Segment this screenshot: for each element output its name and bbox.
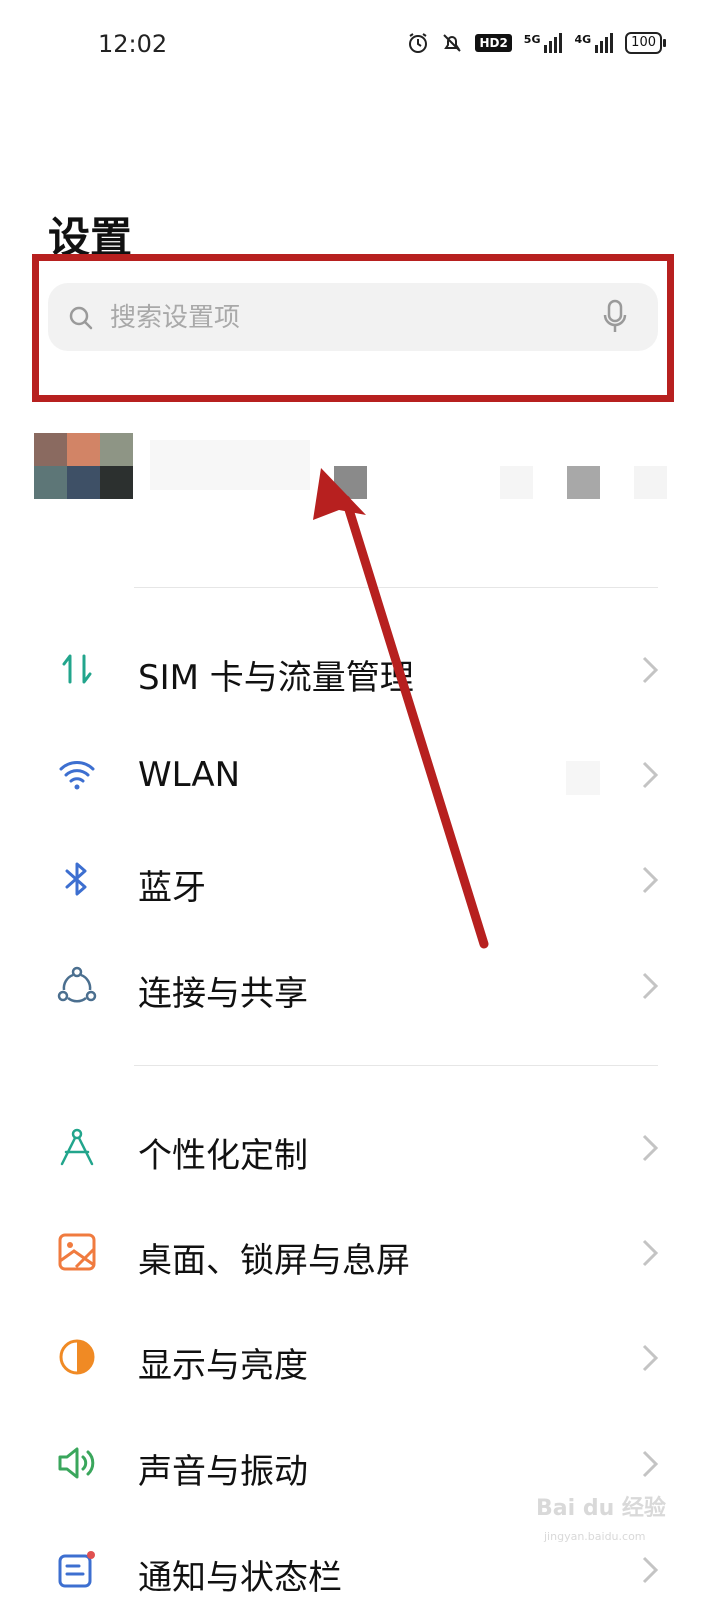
watermark-url: jingyan.baidu.com xyxy=(544,1530,646,1543)
annotation-arrow xyxy=(313,468,489,949)
watermark-logo: Bai du 经验 xyxy=(536,1496,666,1521)
